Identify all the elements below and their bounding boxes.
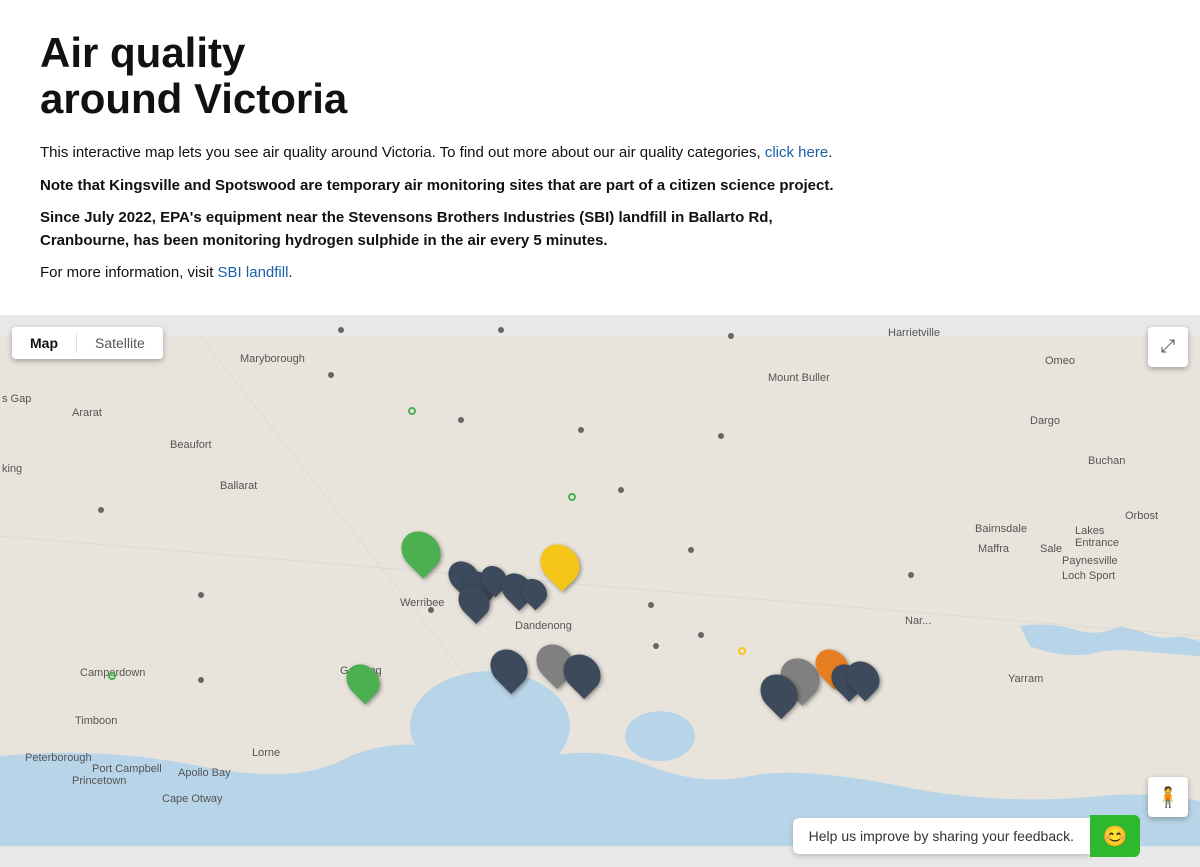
map-dot — [338, 327, 344, 333]
marker-dark-south-2[interactable] — [565, 653, 599, 693]
note-paragraph: Note that Kingsville and Spotswood are t… — [40, 175, 860, 198]
feedback-bar: Help us improve by sharing your feedback… — [793, 815, 1140, 857]
map-dot — [198, 677, 204, 683]
marker-dark-6[interactable] — [460, 585, 488, 619]
sbi-landfill-link[interactable]: SBI landfill — [218, 264, 289, 281]
map-dot-outline-green-camperdown — [108, 672, 116, 680]
map-dot-outline-green — [408, 407, 416, 415]
feedback-text: Help us improve by sharing your feedback… — [793, 818, 1090, 854]
marker-dark-5[interactable] — [522, 578, 546, 606]
page-wrapper: Air quality around Victoria This interac… — [0, 0, 1200, 867]
sbi-link-text-suffix: . — [288, 264, 292, 281]
map-dot — [718, 433, 724, 439]
map-dot — [648, 602, 654, 608]
sbi-paragraph: Since July 2022, EPA's equipment near th… — [40, 207, 860, 252]
info-section: Air quality around Victoria This interac… — [0, 0, 900, 315]
map-dot — [198, 592, 204, 598]
satellite-tab[interactable]: Satellite — [77, 327, 163, 359]
map-container[interactable]: Map Satellite ⤢ Harrietville Omeo Mount … — [0, 315, 1200, 867]
map-dot — [653, 643, 659, 649]
map-dot — [728, 333, 734, 339]
marker-green-large[interactable] — [403, 530, 439, 572]
map-dot — [498, 327, 504, 333]
map-dot-outline-yellow — [738, 647, 746, 655]
map-dot-outline-green — [568, 493, 576, 501]
sbi-link-paragraph: For more information, visit SBI landfill… — [40, 262, 860, 285]
street-view-figure-icon: 🧍 — [1156, 785, 1181, 810]
map-tab[interactable]: Map — [12, 327, 76, 359]
marker-dark-large-south[interactable] — [492, 648, 526, 688]
map-dot — [578, 427, 584, 433]
street-view-button[interactable]: 🧍 — [1148, 777, 1188, 817]
map-dot — [328, 372, 334, 378]
sbi-link-text-prefix: For more information, visit — [40, 264, 218, 281]
map-dot — [688, 547, 694, 553]
map-dot — [98, 507, 104, 513]
map-dot — [428, 607, 434, 613]
marker-dark-east[interactable] — [762, 673, 796, 713]
marker-yellow-large[interactable] — [542, 543, 578, 585]
intro-text-part1: This interactive map lets you see air qu… — [40, 144, 765, 161]
feedback-button[interactable]: 😊 — [1090, 815, 1140, 857]
map-dot — [618, 487, 624, 493]
marker-dark-east-3[interactable] — [848, 660, 878, 696]
click-here-link[interactable]: click here — [765, 144, 828, 161]
map-dot — [698, 632, 704, 638]
page-title: Air quality around Victoria — [40, 30, 860, 122]
map-type-control: Map Satellite — [12, 327, 163, 359]
feedback-icon: 😊 — [1103, 824, 1128, 849]
fullscreen-button[interactable]: ⤢ — [1148, 327, 1188, 367]
intro-text-part2: . — [828, 144, 832, 161]
fullscreen-icon: ⤢ — [1161, 336, 1175, 357]
marker-green-geelong[interactable] — [348, 663, 378, 699]
map-dot — [908, 572, 914, 578]
map-dot — [458, 417, 464, 423]
map-background — [0, 315, 1200, 867]
intro-paragraph: This interactive map lets you see air qu… — [40, 142, 860, 165]
